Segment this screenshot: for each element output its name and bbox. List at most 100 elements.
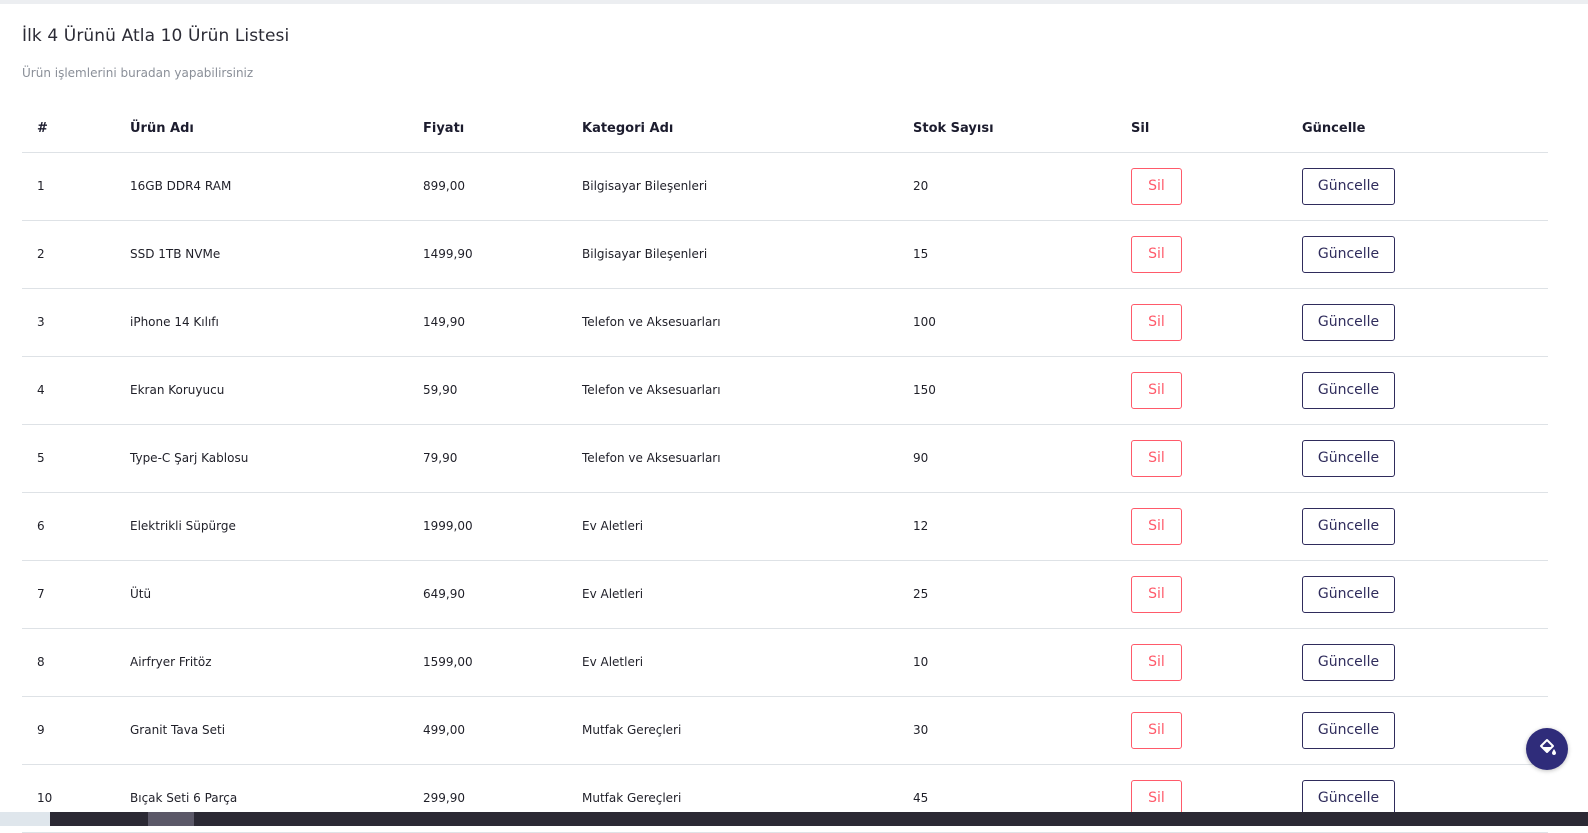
cell-stock: 20 — [913, 152, 1131, 221]
cell-stock: 90 — [913, 424, 1131, 493]
cell-price: 149,90 — [423, 288, 582, 357]
cell-product-name: Airfryer Fritöz — [130, 628, 423, 697]
update-button[interactable]: Güncelle — [1302, 779, 1395, 817]
cell-stock: 100 — [913, 288, 1131, 357]
page-title: İlk 4 Ürünü Atla 10 Ürün Listesi — [22, 26, 290, 46]
cell-category: Mutfak Gereçleri — [582, 696, 913, 765]
table-row: 4 Ekran Koruyucu 59,90 Telefon ve Aksesuarl… — [22, 356, 1548, 425]
taskbar-strip — [0, 812, 1588, 826]
delete-button[interactable]: Sil — [1131, 235, 1182, 273]
cell-update: Güncelle — [1302, 560, 1548, 629]
cell-update: Güncelle — [1302, 696, 1548, 765]
update-button[interactable]: Güncelle — [1302, 575, 1395, 613]
taskbar-segment — [0, 812, 50, 826]
cell-category: Bilgisayar Bileşenleri — [582, 220, 913, 289]
cell-stock: 150 — [913, 356, 1131, 425]
table-body: 1 16GB DDR4 RAM 899,00 Bilgisayar Bileşenle… — [22, 152, 1548, 833]
table-row: 6 Elektrikli Süpürge 1999,00 Ev Aletleri 12 S… — [22, 492, 1548, 561]
table-row: 3 iPhone 14 Kılıfı 149,90 Telefon ve Aksesu… — [22, 288, 1548, 357]
delete-button[interactable]: Sil — [1131, 507, 1182, 545]
cell-product-name: Granit Tava Seti — [130, 696, 423, 765]
cell-update: Güncelle — [1302, 356, 1548, 425]
delete-button[interactable]: Sil — [1131, 167, 1182, 205]
cell-price: 499,00 — [423, 696, 582, 765]
delete-button[interactable]: Sil — [1131, 779, 1182, 817]
update-button[interactable]: Güncelle — [1302, 303, 1395, 341]
cell-category: Telefon ve Aksesuarları — [582, 424, 913, 493]
delete-button[interactable]: Sil — [1131, 575, 1182, 613]
cell-update: Güncelle — [1302, 424, 1548, 493]
cell-index: 6 — [22, 492, 130, 561]
update-button[interactable]: Güncelle — [1302, 711, 1395, 749]
cell-delete: Sil — [1131, 424, 1302, 493]
table-header: # Ürün Adı Fiyatı Kategori Adı Stok Sayı… — [22, 106, 1548, 153]
header-update: Güncelle — [1302, 106, 1548, 153]
cell-delete: Sil — [1131, 628, 1302, 697]
delete-button[interactable]: Sil — [1131, 439, 1182, 477]
table-row: 2 SSD 1TB NVMe 1499,90 Bilgisayar Bileşenle… — [22, 220, 1548, 289]
table-row: 5 Type-C Şarj Kablosu 79,90 Telefon ve Akse… — [22, 424, 1548, 493]
table-row: 1 16GB DDR4 RAM 899,00 Bilgisayar Bileşenle… — [22, 152, 1548, 221]
cell-update: Güncelle — [1302, 288, 1548, 357]
cell-delete: Sil — [1131, 356, 1302, 425]
cell-update: Güncelle — [1302, 152, 1548, 221]
header-price: Fiyatı — [423, 106, 582, 153]
cell-stock: 15 — [913, 220, 1131, 289]
cell-category: Telefon ve Aksesuarları — [582, 288, 913, 357]
update-button[interactable]: Güncelle — [1302, 235, 1395, 273]
theme-customizer-button[interactable] — [1526, 728, 1568, 770]
header-name: Ürün Adı — [130, 106, 423, 153]
product-table: # Ürün Adı Fiyatı Kategori Adı Stok Sayı… — [22, 106, 1548, 833]
cell-delete: Sil — [1131, 696, 1302, 765]
cell-stock: 30 — [913, 696, 1131, 765]
table-row: 7 Ütü 649,90 Ev Aletleri 25 Sil Güncelle — [22, 560, 1548, 629]
cell-index: 3 — [22, 288, 130, 357]
cell-product-name: Ekran Koruyucu — [130, 356, 423, 425]
cell-index: 5 — [22, 424, 130, 493]
cell-category: Ev Aletleri — [582, 560, 913, 629]
update-button[interactable]: Güncelle — [1302, 643, 1395, 681]
paint-bucket-icon — [1537, 737, 1557, 761]
cell-category: Telefon ve Aksesuarları — [582, 356, 913, 425]
cell-product-name: Type-C Şarj Kablosu — [130, 424, 423, 493]
update-button[interactable]: Güncelle — [1302, 167, 1395, 205]
cell-delete: Sil — [1131, 492, 1302, 561]
delete-button[interactable]: Sil — [1131, 711, 1182, 749]
cell-product-name: 16GB DDR4 RAM — [130, 152, 423, 221]
update-button[interactable]: Güncelle — [1302, 439, 1395, 477]
delete-button[interactable]: Sil — [1131, 643, 1182, 681]
cell-index: 2 — [22, 220, 130, 289]
cell-price: 1999,00 — [423, 492, 582, 561]
cell-product-name: Ütü — [130, 560, 423, 629]
cell-stock: 12 — [913, 492, 1131, 561]
cell-stock: 25 — [913, 560, 1131, 629]
cell-price: 59,90 — [423, 356, 582, 425]
update-button[interactable]: Güncelle — [1302, 507, 1395, 545]
cell-product-name: Elektrikli Süpürge — [130, 492, 423, 561]
cell-product-name: iPhone 14 Kılıfı — [130, 288, 423, 357]
update-button[interactable]: Güncelle — [1302, 371, 1395, 409]
cell-category: Bilgisayar Bileşenleri — [582, 152, 913, 221]
table-row: 9 Granit Tava Seti 499,00 Mutfak Gereçleri 3… — [22, 696, 1548, 765]
page-subtitle: Ürün işlemlerini buradan yapabilirsiniz — [22, 66, 254, 80]
cell-product-name: SSD 1TB NVMe — [130, 220, 423, 289]
delete-button[interactable]: Sil — [1131, 303, 1182, 341]
header-row: # Ürün Adı Fiyatı Kategori Adı Stok Sayı… — [22, 106, 1548, 153]
taskbar-segment — [148, 812, 194, 826]
table-row: 8 Airfryer Fritöz 1599,00 Ev Aletleri 10 Sil G… — [22, 628, 1548, 697]
cell-delete: Sil — [1131, 288, 1302, 357]
cell-index: 1 — [22, 152, 130, 221]
cell-price: 1599,00 — [423, 628, 582, 697]
cell-delete: Sil — [1131, 560, 1302, 629]
cell-category: Ev Aletleri — [582, 628, 913, 697]
cell-index: 8 — [22, 628, 130, 697]
cell-update: Güncelle — [1302, 492, 1548, 561]
header-category: Kategori Adı — [582, 106, 913, 153]
cell-price: 649,90 — [423, 560, 582, 629]
header-index: # — [22, 106, 130, 153]
top-border — [0, 0, 1588, 4]
cell-price: 1499,90 — [423, 220, 582, 289]
delete-button[interactable]: Sil — [1131, 371, 1182, 409]
cell-delete: Sil — [1131, 152, 1302, 221]
cell-update: Güncelle — [1302, 628, 1548, 697]
